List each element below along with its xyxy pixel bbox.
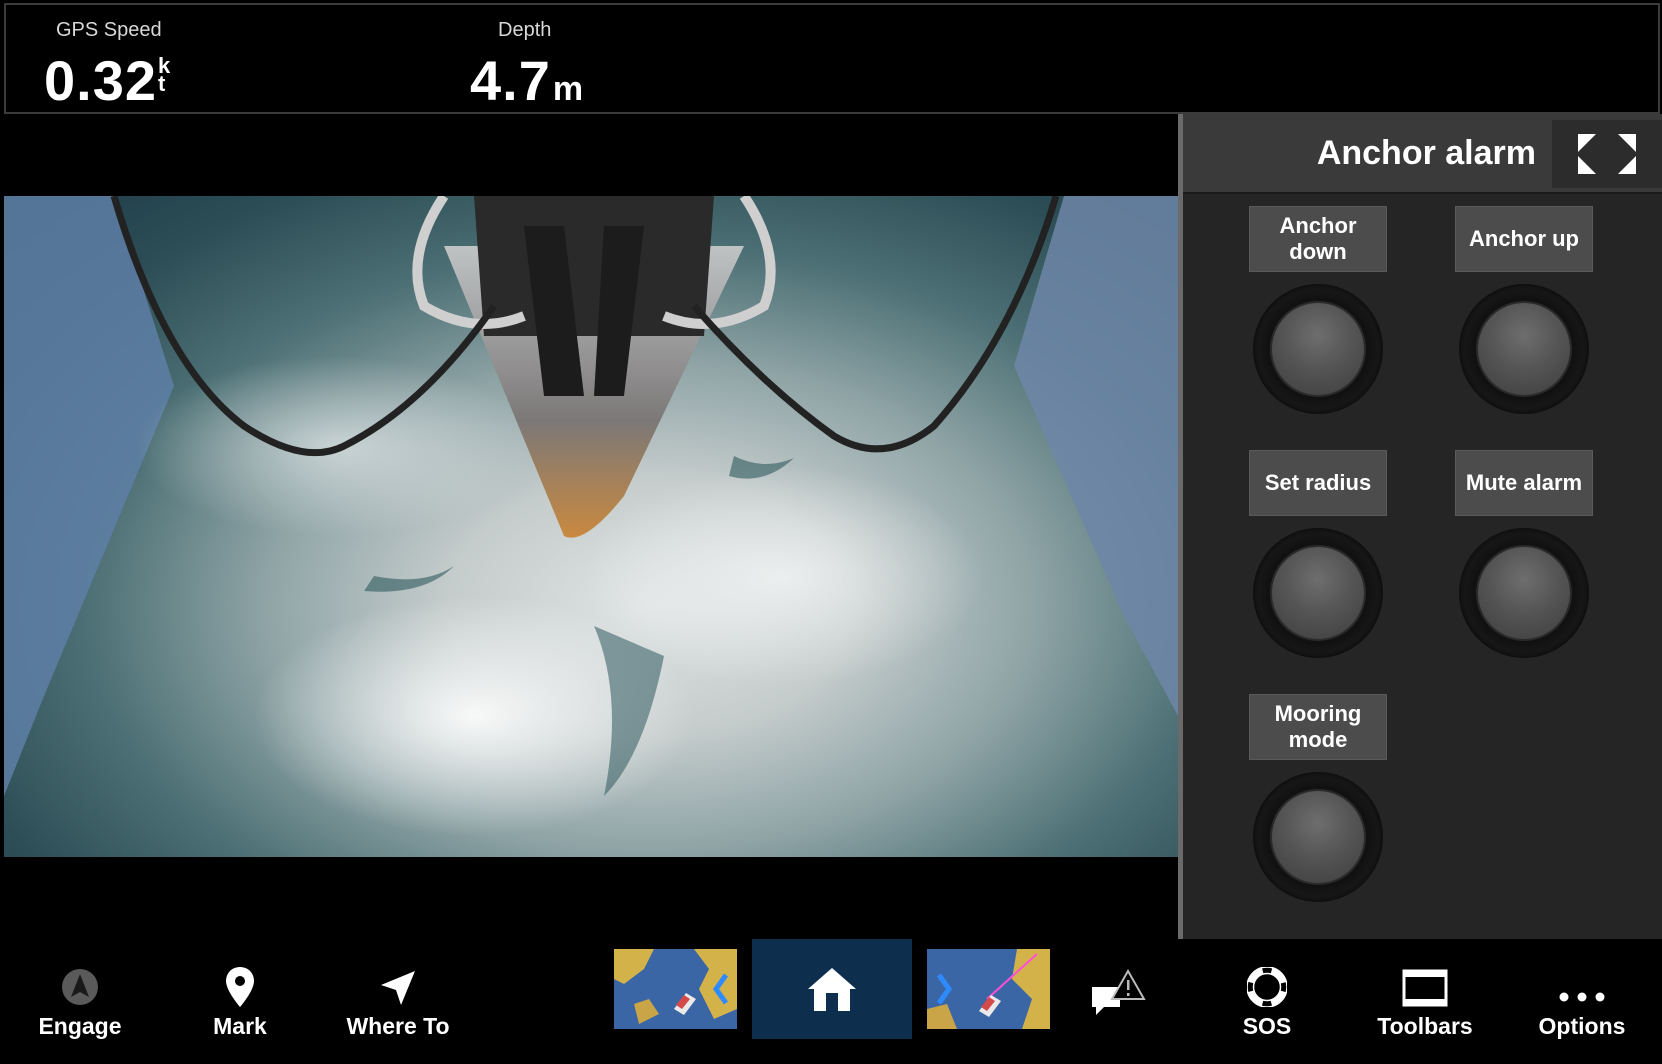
options-button[interactable]: Options xyxy=(1530,939,1634,1064)
camera-scene xyxy=(4,196,1178,836)
toolbars-button[interactable]: Toolbars xyxy=(1370,939,1480,1064)
anchor-down-knob[interactable] xyxy=(1270,301,1366,397)
depth-databox[interactable]: Depth 4.7m xyxy=(464,5,844,112)
gps-speed-value: 0.32k t xyxy=(44,53,171,109)
anchor-up-control: Anchor up xyxy=(1455,206,1595,414)
home-icon xyxy=(808,968,856,1011)
depth-value: 4.7m xyxy=(470,53,584,109)
alert-message-icon xyxy=(1092,968,1146,1015)
data-bar: GPS Speed 0.32k t Depth 4.7m xyxy=(4,3,1660,114)
engage-button[interactable]: Engage xyxy=(30,939,130,1064)
mute-alarm-knob-well xyxy=(1459,528,1589,658)
panel-header: Anchor alarm xyxy=(1183,114,1662,194)
gps-speed-unit-bottom: t xyxy=(158,71,167,96)
mooring-mode-knob-well xyxy=(1253,772,1383,902)
expand-icon xyxy=(1578,134,1636,174)
mooring-line-right xyxy=(691,196,1060,453)
gps-speed-label: GPS Speed xyxy=(56,19,162,41)
set-radius-control: Set radius xyxy=(1249,450,1389,658)
gps-speed-unit: kt xyxy=(158,55,171,96)
set-radius-knob[interactable] xyxy=(1270,545,1366,641)
mark-button[interactable]: Mark xyxy=(190,939,290,1064)
toolbars-label: Toolbars xyxy=(1377,1013,1473,1039)
set-radius-button[interactable]: Set radius xyxy=(1249,450,1387,516)
bottom-toolbar: Engage Mark Where To SOS Toolbars Option… xyxy=(0,939,1662,1064)
more-dots-icon xyxy=(1557,949,1607,1007)
depth-label: Depth xyxy=(498,19,552,41)
anchor-up-knob[interactable] xyxy=(1476,301,1572,397)
engage-label: Engage xyxy=(38,1013,122,1039)
navigate-arrow-icon xyxy=(379,949,417,1007)
chart-thumbnail-prev xyxy=(614,949,737,1029)
gps-speed-number: 0.32 xyxy=(44,49,157,112)
where-to-button[interactable]: Where To xyxy=(338,939,458,1064)
camera-feed[interactable] xyxy=(4,196,1178,857)
anchor-up-button[interactable]: Anchor up xyxy=(1455,206,1593,272)
anchor-down-button[interactable]: Anchor down xyxy=(1249,206,1387,272)
options-label: Options xyxy=(1538,1013,1626,1039)
depth-number: 4.7 xyxy=(470,49,551,112)
set-radius-knob-well xyxy=(1253,528,1383,658)
water-ripple xyxy=(364,566,454,592)
water-glare xyxy=(134,356,534,536)
mooring-mode-knob[interactable] xyxy=(1270,789,1366,885)
mute-alarm-button[interactable]: Mute alarm xyxy=(1455,450,1593,516)
depth-unit: m xyxy=(552,70,585,108)
sos-label: SOS xyxy=(1242,1013,1292,1039)
anchor-up-knob-well xyxy=(1459,284,1589,414)
anchor-windlass xyxy=(474,196,714,336)
panel-title: Anchor alarm xyxy=(1316,134,1536,172)
anchor-down-control: Anchor down xyxy=(1249,206,1389,414)
alerts-button[interactable] xyxy=(1086,963,1146,1023)
mooring-mode-button[interactable]: Mooring mode xyxy=(1249,694,1387,760)
anchor-alarm-panel: Anchor alarm Anchor down Anchor up Set r… xyxy=(1178,114,1662,939)
prev-app-thumbnail[interactable] xyxy=(614,949,737,1029)
hull-right-side xyxy=(1014,196,1178,716)
toolbar-window-icon xyxy=(1402,949,1448,1007)
mute-alarm-control: Mute alarm xyxy=(1455,450,1595,658)
where-to-label: Where To xyxy=(346,1013,450,1039)
expand-button[interactable] xyxy=(1552,120,1662,188)
home-button[interactable] xyxy=(752,939,912,1039)
gps-speed-databox[interactable]: GPS Speed 0.32k t xyxy=(40,5,420,112)
mooring-mode-control: Mooring mode xyxy=(1249,694,1389,902)
anchor-down-knob-well xyxy=(1253,284,1383,414)
lifebuoy-icon xyxy=(1247,949,1287,1007)
map-pin-icon xyxy=(224,949,256,1007)
autopilot-icon xyxy=(60,949,100,1007)
mute-alarm-knob[interactable] xyxy=(1476,545,1572,641)
mark-label: Mark xyxy=(213,1013,267,1039)
sos-button[interactable]: SOS xyxy=(1222,939,1312,1064)
chart-thumbnail-next xyxy=(927,949,1050,1029)
next-app-thumbnail[interactable] xyxy=(927,949,1050,1029)
